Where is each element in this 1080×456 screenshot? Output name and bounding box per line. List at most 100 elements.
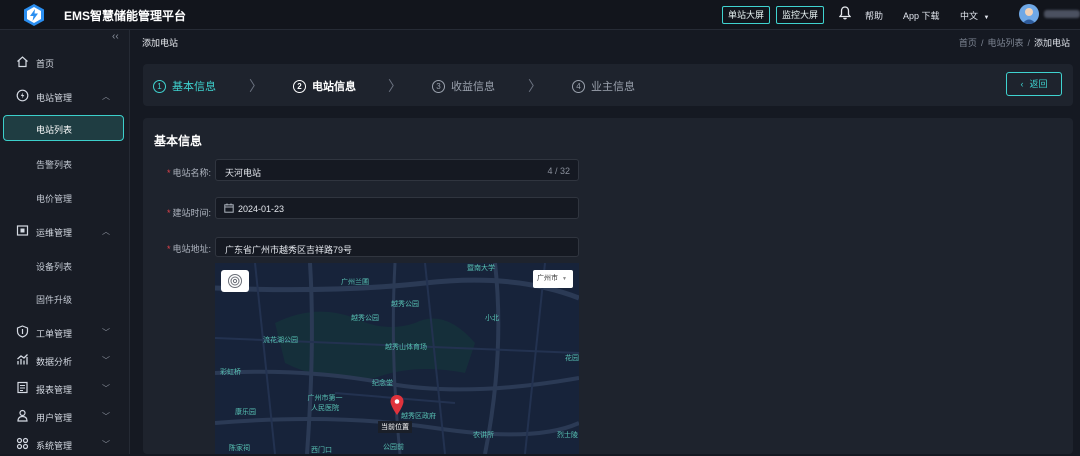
sidebar-item-label: 数据分析 — [36, 357, 73, 367]
sidebar-item-label: 电站管理 — [36, 93, 73, 103]
sidebar-item-ticket-mgmt[interactable]: 工单管理 ﹀ — [0, 320, 130, 344]
sidebar-item-label: 固件升级 — [36, 295, 73, 305]
sidebar-item-label: 报表管理 — [36, 385, 73, 395]
chevron-down-icon: ﹀ — [102, 356, 110, 365]
map-label: 越秀公园 — [351, 315, 379, 322]
chevron-up-icon: ︿ — [102, 227, 110, 236]
station-name-field[interactable]: 天河电站 4 / 32 — [215, 159, 579, 181]
build-date-value: 2024-01-23 — [238, 204, 285, 214]
language-label: 中文 — [960, 11, 979, 21]
user-icon — [17, 409, 28, 422]
sidebar-item-ops-mgmt[interactable]: 运维管理 ︿ — [0, 219, 130, 243]
sidebar-item-firmware[interactable]: 固件升级 — [0, 286, 130, 310]
char-counter: 4 / 32 — [547, 166, 570, 176]
address-field[interactable]: 广东省广州市越秀区吉祥路79号 — [215, 237, 579, 257]
location-pin-icon — [390, 395, 404, 415]
sidebar-item-label: 用户管理 — [36, 413, 73, 423]
step-owner-info[interactable]: 4 业主信息 — [572, 78, 635, 94]
station-name-value: 天河电站 — [225, 168, 262, 178]
fingerprint-icon — [228, 274, 242, 288]
breadcrumb-station-list[interactable]: 电站列表 — [987, 38, 1023, 48]
step-number: 4 — [572, 80, 585, 93]
sidebar: ‹‹ 首页 电站管理 ︿ 电站列表 告警列表 电价管理 运维管理 ︿ 设备列表 … — [0, 30, 130, 454]
chevron-down-icon: ﹀ — [102, 440, 110, 449]
chevron-down-icon: ﹀ — [102, 412, 110, 421]
step-basic-info[interactable]: 1 基本信息 — [153, 78, 216, 94]
sidebar-item-system-mgmt[interactable]: 系统管理 ﹀ — [0, 432, 130, 456]
map-label: 烈士陵 — [557, 432, 578, 439]
page-title: 添加电站 — [142, 38, 179, 48]
map-layer-button[interactable] — [221, 270, 249, 292]
user-name-blurred — [1044, 10, 1080, 18]
map-label: 广州市第一人民医院 — [307, 395, 343, 412]
map-label: 农讲所 — [473, 432, 494, 439]
breadcrumb-current: 添加电站 — [1033, 38, 1070, 48]
sidebar-item-data-analysis[interactable]: 数据分析 ﹀ — [0, 348, 130, 372]
chart-icon — [17, 354, 28, 365]
sidebar-item-home[interactable]: 首页 — [0, 50, 130, 74]
map-label: 纪念堂 — [372, 380, 393, 387]
chevron-up-icon: ︿ — [102, 92, 110, 101]
single-station-screen-button[interactable]: 单站大屏 — [722, 6, 771, 24]
system-grid-icon — [16, 437, 29, 450]
sidebar-item-label: 工单管理 — [36, 329, 73, 339]
caret-down-icon: ▼ — [561, 276, 567, 282]
sidebar-item-label: 电价管理 — [36, 194, 73, 204]
sidebar-item-station-mgmt[interactable]: 电站管理 ︿ — [0, 84, 130, 108]
caret-down-icon: ▼ — [983, 15, 990, 21]
step-label: 业主信息 — [591, 81, 635, 93]
sidebar-item-label: 首页 — [36, 59, 55, 69]
help-link[interactable]: 帮助 — [865, 9, 883, 22]
address-value: 广东省广州市越秀区吉祥路79号 — [225, 245, 353, 255]
app-download-link[interactable]: App 下载 — [903, 9, 940, 22]
collapse-sidebar-icon[interactable]: ‹‹ — [112, 31, 119, 42]
chevron-down-icon: ﹀ — [102, 328, 110, 337]
chevron-right-icon: 〉 — [249, 78, 263, 94]
sidebar-item-report-mgmt[interactable]: 报表管理 ﹀ — [0, 376, 130, 400]
back-button-label: 返回 — [1029, 79, 1048, 89]
breadcrumb-bar: 添加电站 首页 / 电站列表 / 添加电站 — [130, 30, 1080, 52]
step-number: 1 — [153, 80, 166, 93]
sidebar-item-label: 电站列表 — [36, 125, 73, 135]
step-label: 基本信息 — [172, 81, 216, 93]
step-station-info[interactable]: 2 电站信息 — [293, 78, 356, 94]
station-name-label: * 电站名称: — [166, 168, 211, 178]
current-location-label: 当前位置 — [378, 421, 412, 433]
required-mark: * — [166, 244, 171, 254]
step-label: 收益信息 — [451, 81, 495, 93]
build-date-label: * 建站时间: — [166, 208, 211, 218]
map-label: 暨南大学 — [467, 265, 495, 272]
map-city-select[interactable]: 广州市 ▼ — [533, 270, 573, 288]
map-label: 花园 — [565, 355, 579, 362]
breadcrumb-home[interactable]: 首页 — [959, 38, 977, 48]
required-mark: * — [166, 168, 171, 178]
sidebar-item-device-list[interactable]: 设备列表 — [0, 253, 130, 277]
address-label: * 电站地址: — [166, 244, 211, 254]
step-revenue-info[interactable]: 3 收益信息 — [432, 78, 495, 94]
avatar[interactable] — [1019, 4, 1039, 24]
sidebar-item-alarm-list[interactable]: 告警列表 — [0, 151, 130, 175]
ops-icon — [16, 225, 29, 236]
step-number: 2 — [293, 80, 306, 93]
map-view[interactable]: 广州兰圃 越秀公园 越秀公园 小北 流花湖公园 越秀山体育场 彩虹桥 纪念堂 广… — [215, 263, 579, 454]
bell-icon[interactable] — [839, 6, 851, 20]
shield-icon — [16, 325, 29, 338]
map-label: 公园前 — [383, 444, 404, 451]
language-select[interactable]: 中文 ▼ — [960, 9, 989, 22]
steps-bar: 1 基本信息 〉 2 电站信息 〉 3 收益信息 〉 4 业主信息 — [143, 64, 1073, 106]
map-label: 广州兰圃 — [341, 279, 369, 286]
map-label: 彩虹桥 — [220, 369, 241, 376]
sidebar-item-station-list[interactable]: 电站列表 — [3, 115, 124, 141]
back-button[interactable]: ‹ 返回 — [1006, 72, 1062, 96]
chevron-down-icon: ﹀ — [102, 384, 110, 393]
breadcrumb-separator: / — [980, 38, 984, 48]
monitor-screen-button[interactable]: 监控大屏 — [776, 6, 825, 24]
map-label: 越秀公园 — [391, 301, 419, 308]
step-label: 电站信息 — [312, 81, 356, 93]
sidebar-item-user-mgmt[interactable]: 用户管理 ﹀ — [0, 404, 130, 428]
form-title: 基本信息 — [154, 134, 203, 148]
build-date-picker[interactable]: 2024-01-23 — [215, 197, 579, 219]
sidebar-item-price-mgmt[interactable]: 电价管理 — [0, 185, 130, 209]
chevron-left-icon: ‹ — [1020, 79, 1024, 89]
sidebar-item-label: 告警列表 — [36, 160, 73, 170]
